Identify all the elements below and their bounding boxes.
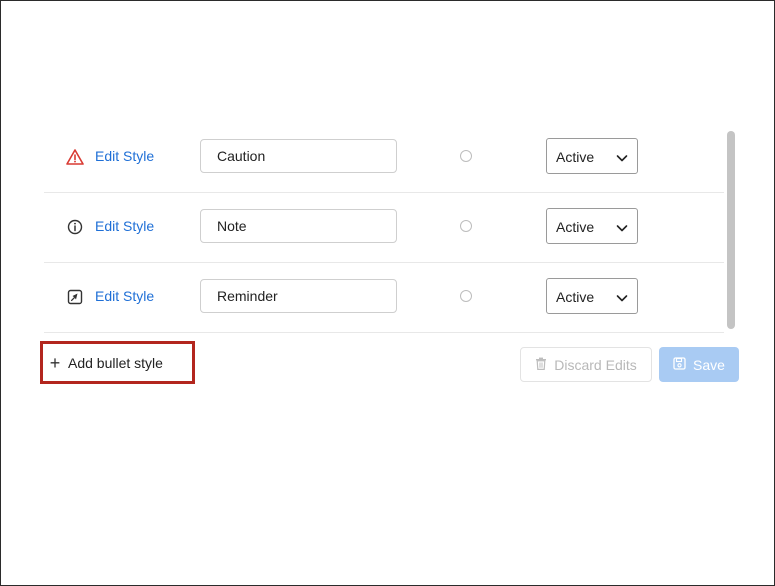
status-value: Active: [556, 149, 595, 165]
trash-icon: [535, 357, 547, 373]
style-row-note: Edit Style Active: [44, 193, 724, 263]
plus-icon: +: [49, 353, 61, 373]
status-value: Active: [556, 219, 595, 235]
add-bullet-style-button[interactable]: + Add bullet style: [49, 350, 186, 376]
pin-square-icon: [66, 288, 84, 306]
status-select[interactable]: Active: [546, 278, 638, 314]
chevron-down-icon: [616, 221, 628, 233]
discard-edits-label: Discard Edits: [554, 356, 637, 373]
default-radio[interactable]: [460, 150, 472, 162]
add-bullet-style-label: Add bullet style: [68, 355, 163, 371]
warning-triangle-icon: [66, 148, 84, 166]
style-name-input[interactable]: [200, 139, 397, 173]
edit-style-link[interactable]: Edit Style: [95, 148, 154, 164]
save-button[interactable]: Save: [659, 347, 739, 382]
edit-style-link[interactable]: Edit Style: [95, 288, 154, 304]
status-select[interactable]: Active: [546, 138, 638, 174]
bullet-styles-panel: Edit Style Active Edit Style Active: [0, 0, 775, 586]
scrollbar[interactable]: [727, 131, 735, 329]
style-name-input[interactable]: [200, 209, 397, 243]
style-name-input[interactable]: [200, 279, 397, 313]
style-row-caution: Edit Style Active: [44, 123, 724, 193]
highlight-box: + Add bullet style: [40, 341, 195, 384]
status-select[interactable]: Active: [546, 208, 638, 244]
style-row-reminder: Edit Style Active: [44, 263, 724, 333]
chevron-down-icon: [616, 151, 628, 163]
floppy-disk-icon: [673, 356, 686, 373]
chevron-down-icon: [616, 291, 628, 303]
edit-style-link[interactable]: Edit Style: [95, 218, 154, 234]
default-radio[interactable]: [460, 290, 472, 302]
default-radio[interactable]: [460, 220, 472, 232]
info-circle-icon: [66, 218, 84, 236]
save-label: Save: [693, 356, 725, 373]
status-value: Active: [556, 289, 595, 305]
discard-edits-button[interactable]: Discard Edits: [520, 347, 652, 382]
